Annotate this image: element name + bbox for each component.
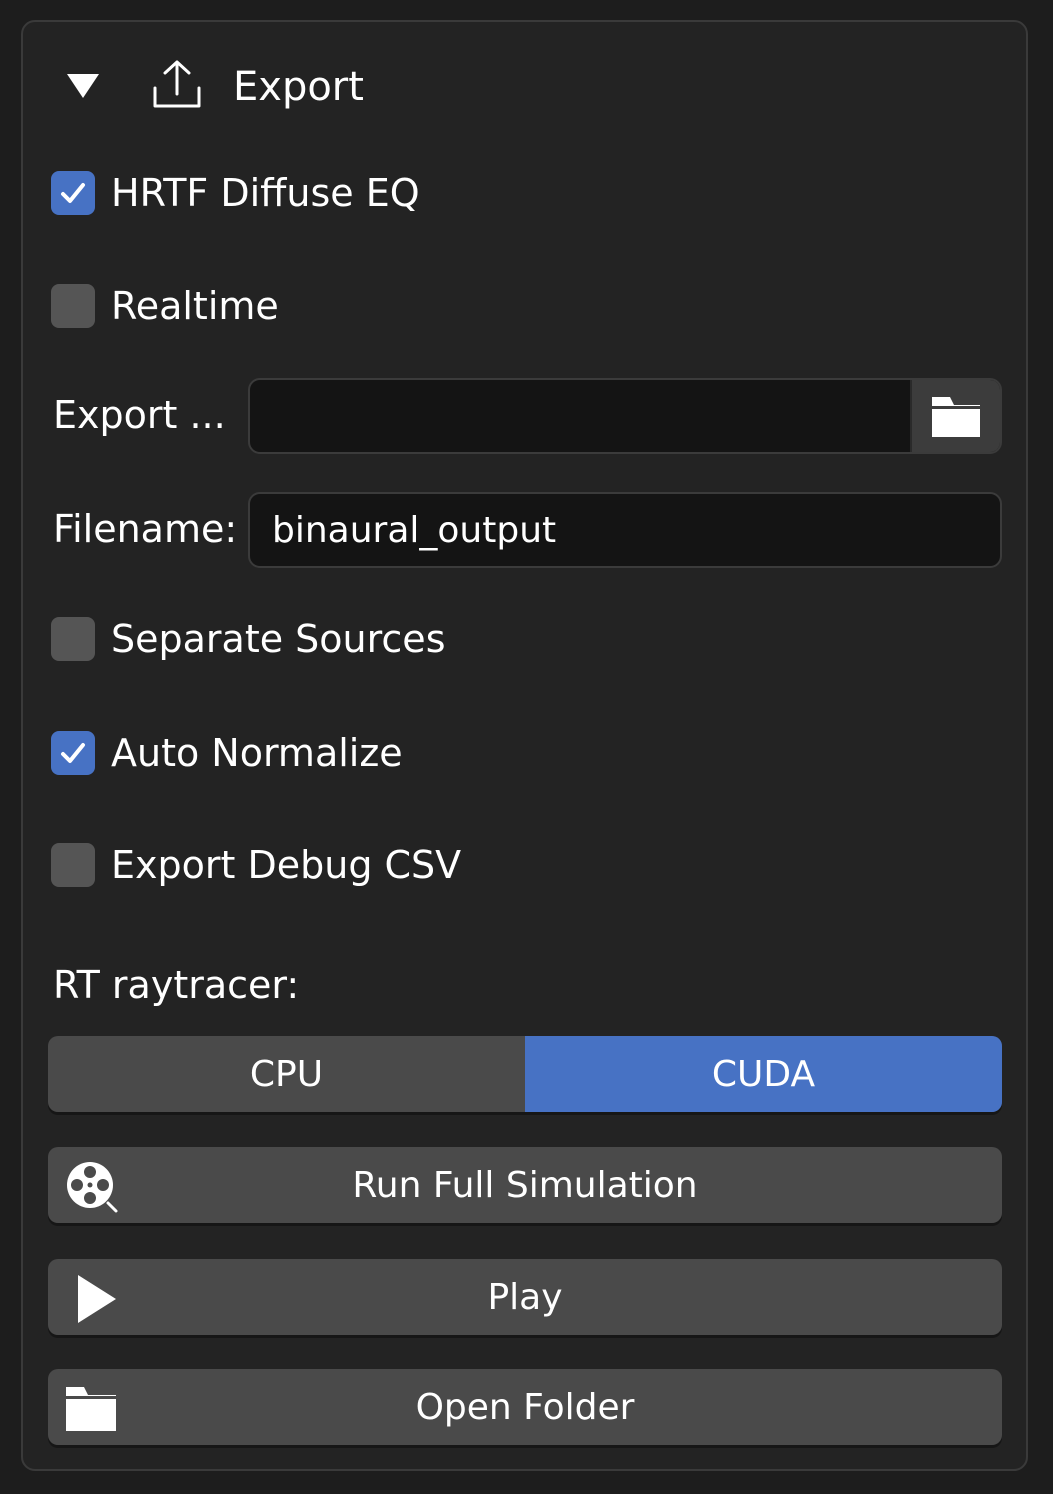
checkbox-unchecked[interactable] (51, 843, 95, 887)
run-full-simulation-button[interactable]: Run Full Simulation (48, 1147, 1002, 1223)
checkbox-unchecked[interactable] (51, 617, 95, 661)
open-folder-button[interactable]: Open Folder (48, 1369, 1002, 1445)
checkbox-checked[interactable] (51, 731, 95, 775)
filename-input[interactable] (250, 494, 1000, 566)
auto-normalize-checkbox[interactable]: Auto Normalize (51, 728, 403, 778)
raytracer-option-cpu[interactable]: CPU (48, 1036, 525, 1112)
raytracer-selector: CPU CUDA (48, 1036, 1002, 1112)
checkmark-icon (61, 743, 85, 763)
realtime-checkbox[interactable]: Realtime (51, 281, 279, 331)
folder-icon (66, 1387, 116, 1431)
checkmark-icon (61, 183, 85, 203)
export-path-field (248, 378, 1002, 454)
filename-label: Filename: (53, 507, 238, 551)
checkbox-label: HRTF Diffuse EQ (111, 171, 420, 215)
export-debug-csv-checkbox[interactable]: Export Debug CSV (51, 840, 461, 890)
raytracer-option-cuda[interactable]: CUDA (525, 1036, 1002, 1112)
play-button[interactable]: Play (48, 1259, 1002, 1335)
folder-icon (932, 397, 980, 437)
checkbox-label: Export Debug CSV (111, 843, 462, 887)
export-panel: Export HRTF Diffuse EQ Realtime Export .… (21, 20, 1028, 1471)
browse-folder-button[interactable] (910, 380, 1000, 452)
export-path-label: Export ... (53, 393, 226, 437)
filename-field (248, 492, 1002, 568)
panel-title: Export (233, 64, 364, 110)
checkbox-unchecked[interactable] (51, 284, 95, 328)
upload-icon (153, 60, 201, 108)
checkbox-label: Auto Normalize (111, 731, 403, 775)
separate-sources-checkbox[interactable]: Separate Sources (51, 614, 446, 664)
checkbox-checked[interactable] (51, 171, 95, 215)
checkbox-label: Separate Sources (111, 617, 446, 661)
play-icon (78, 1275, 116, 1323)
export-path-input[interactable] (250, 380, 910, 452)
triangle-down-icon[interactable] (67, 74, 99, 98)
button-label: Run Full Simulation (352, 1164, 698, 1206)
hrtf-diffuse-eq-checkbox[interactable]: HRTF Diffuse EQ (51, 168, 420, 218)
film-reel-icon (67, 1162, 118, 1213)
button-label: Play (487, 1276, 563, 1318)
button-label: Open Folder (415, 1386, 635, 1428)
raytracer-label: RT raytracer: (53, 963, 300, 1007)
checkbox-label: Realtime (111, 284, 279, 328)
